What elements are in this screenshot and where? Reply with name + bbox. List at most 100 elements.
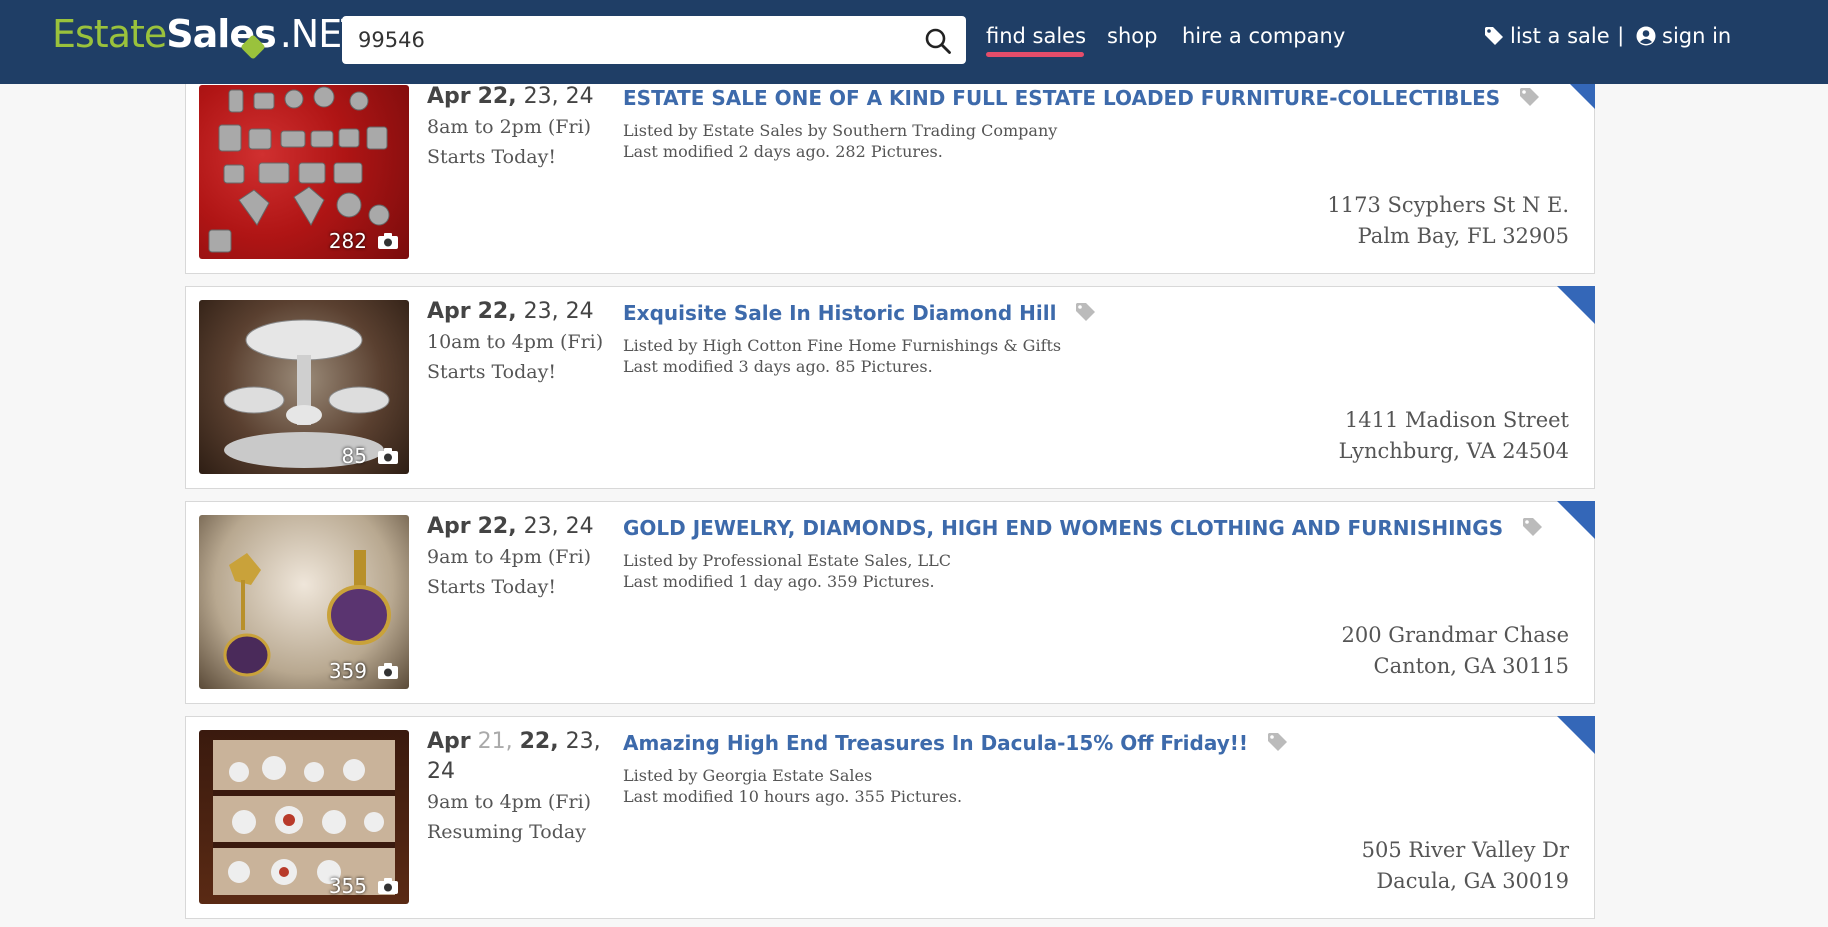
address-street: 1173 Scyphers St N E. xyxy=(1327,193,1569,217)
sale-time: 9am to 4pm (Fri) xyxy=(427,546,592,568)
sale-address: 200 Grandmar Chase Canton, GA 30115 xyxy=(1341,620,1569,682)
date-bold: 22, xyxy=(477,514,517,539)
sale-dates: Apr 22, 23, 24 xyxy=(427,297,607,327)
sale-meta: Listed by High Cotton Fine Home Furnishi… xyxy=(623,335,1061,377)
listing-card[interactable]: 282 Apr 22, 23, 24 8am to 2pm (Fri) Star… xyxy=(185,71,1595,274)
sale-title-link[interactable]: ESTATE SALE ONE OF A KIND FULL ESTATE LO… xyxy=(623,86,1541,110)
nav-separator: | xyxy=(1618,24,1624,47)
last-modified: Last modified 2 days ago. 282 Pictures. xyxy=(623,142,943,161)
sale-time-block: 10am to 4pm (Fri) Starts Today! xyxy=(427,327,607,387)
nav-list-a-sale-label: list a sale xyxy=(1510,24,1610,48)
camera-icon xyxy=(378,878,398,894)
user-icon xyxy=(1636,26,1656,46)
listed-by: Listed by High Cotton Fine Home Furnishi… xyxy=(623,336,1062,355)
listed-by: Listed by Estate Sales by Southern Tradi… xyxy=(623,121,1058,140)
camera-icon xyxy=(378,233,398,249)
nav-sign-in[interactable]: sign in xyxy=(1636,22,1731,50)
date-month: Apr xyxy=(427,729,471,754)
listing-thumbnail[interactable]: 359 xyxy=(199,515,409,689)
sale-time: 8am to 2pm (Fri) xyxy=(427,116,592,138)
date-rest: 23, 24 xyxy=(523,514,594,539)
corner-flag xyxy=(1557,286,1595,324)
sale-title-link[interactable]: Exquisite Sale In Historic Diamond Hill xyxy=(623,301,1097,325)
sale-time: 9am to 4pm (Fri) xyxy=(427,791,592,813)
address-street: 1411 Madison Street xyxy=(1344,408,1569,432)
sale-dates: Apr 22, 23, 24 xyxy=(427,82,607,112)
tag-icon[interactable] xyxy=(1267,732,1289,752)
camera-icon xyxy=(378,448,398,464)
address-city: Canton, GA 30115 xyxy=(1373,654,1570,678)
date-bold: 22, xyxy=(477,84,517,109)
address-city: Dacula, GA 30019 xyxy=(1376,869,1569,893)
sale-address: 505 River Valley Dr Dacula, GA 30019 xyxy=(1362,835,1569,897)
listing-thumbnail[interactable]: 282 xyxy=(199,85,409,259)
search-input[interactable] xyxy=(358,22,898,58)
search-icon[interactable] xyxy=(924,27,952,55)
date-month: Apr xyxy=(427,514,471,539)
last-modified: Last modified 3 days ago. 85 Pictures. xyxy=(623,357,933,376)
sale-status: Starts Today! xyxy=(427,361,556,383)
photo-count: 355 xyxy=(328,874,367,898)
date-month: Apr xyxy=(427,299,471,324)
date-month: Apr xyxy=(427,84,471,109)
nav-shop[interactable]: shop xyxy=(1107,22,1157,50)
sale-time-block: 9am to 4pm (Fri) Resuming Today xyxy=(427,787,607,847)
sale-address: 1173 Scyphers St N E. Palm Bay, FL 32905 xyxy=(1327,190,1569,252)
date-dim: 21, xyxy=(477,729,513,754)
listing-card[interactable]: 359 Apr 22, 23, 24 9am to 4pm (Fri) Star… xyxy=(185,501,1595,704)
sale-title-link[interactable]: GOLD JEWELRY, DIAMONDS, HIGH END WOMENS … xyxy=(623,516,1544,540)
logo-word-estate: Estate xyxy=(52,12,167,56)
address-street: 505 River Valley Dr xyxy=(1361,838,1569,862)
site-header: EstateSales.NET find sales shop hire a c… xyxy=(0,0,1828,84)
date-rest: 23, 24 xyxy=(523,84,594,109)
date-rest-2: 24 xyxy=(427,759,455,784)
nav-find-sales[interactable]: find sales xyxy=(986,22,1086,50)
sale-status: Resuming Today xyxy=(427,821,586,843)
sale-time-block: 8am to 2pm (Fri) Starts Today! xyxy=(427,112,607,172)
tag-icon[interactable] xyxy=(1519,87,1541,107)
price-tag-icon xyxy=(1485,27,1503,45)
date-bold: 22, xyxy=(477,299,517,324)
sale-meta: Listed by Georgia Estate Sales Last modi… xyxy=(623,765,962,807)
search-box xyxy=(342,16,966,64)
date-rest: 23, xyxy=(565,729,601,754)
sale-dates: Apr 21, 22, 23, 24 xyxy=(427,727,607,787)
corner-flag xyxy=(1557,716,1595,754)
sale-title-link[interactable]: Amazing High End Treasures In Dacula-15%… xyxy=(623,731,1289,755)
nav-hire-a-company[interactable]: hire a company xyxy=(1182,22,1345,50)
listing-card[interactable]: 85 Apr 22, 23, 24 10am to 4pm (Fri) Star… xyxy=(185,286,1595,489)
sale-title: Amazing High End Treasures In Dacula-15%… xyxy=(623,731,1248,755)
photo-count: 85 xyxy=(341,444,367,468)
listed-by: Listed by Professional Estate Sales, LLC xyxy=(623,551,952,570)
sale-title: Exquisite Sale In Historic Diamond Hill xyxy=(623,301,1057,325)
listing-card[interactable]: 355 Apr 21, 22, 23, 24 9am to 4pm (Fri) … xyxy=(185,716,1595,919)
sale-meta: Listed by Professional Estate Sales, LLC… xyxy=(623,550,951,592)
sale-time: 10am to 4pm (Fri) xyxy=(427,331,604,353)
address-city: Lynchburg, VA 24504 xyxy=(1338,439,1569,463)
address-city: Palm Bay, FL 32905 xyxy=(1357,224,1569,248)
sale-time-block: 9am to 4pm (Fri) Starts Today! xyxy=(427,542,607,602)
photo-count: 359 xyxy=(328,659,367,683)
tag-icon[interactable] xyxy=(1075,302,1097,322)
site-logo[interactable]: EstateSales .NET xyxy=(52,12,364,60)
sale-title: ESTATE SALE ONE OF A KIND FULL ESTATE LO… xyxy=(623,86,1501,110)
nav-sign-in-label: sign in xyxy=(1662,24,1732,48)
listed-by: Listed by Georgia Estate Sales xyxy=(623,766,873,785)
address-street: 200 Grandmar Chase xyxy=(1341,623,1569,647)
nav-active-indicator xyxy=(986,52,1084,57)
photo-count: 282 xyxy=(328,229,367,253)
sale-meta: Listed by Estate Sales by Southern Tradi… xyxy=(623,120,1057,162)
sale-status: Starts Today! xyxy=(427,576,556,598)
tag-icon[interactable] xyxy=(1522,517,1544,537)
nav-list-a-sale[interactable]: list a sale xyxy=(1484,22,1610,50)
sale-title: GOLD JEWELRY, DIAMONDS, HIGH END WOMENS … xyxy=(623,516,1504,540)
sale-status: Starts Today! xyxy=(427,146,556,168)
corner-flag xyxy=(1557,501,1595,539)
listing-thumbnail[interactable]: 355 xyxy=(199,730,409,904)
camera-icon xyxy=(378,663,398,679)
date-rest: 23, 24 xyxy=(523,299,594,324)
listing-thumbnail[interactable]: 85 xyxy=(199,300,409,474)
last-modified: Last modified 1 day ago. 359 Pictures. xyxy=(623,572,935,591)
sale-dates: Apr 22, 23, 24 xyxy=(427,512,607,542)
last-modified: Last modified 10 hours ago. 355 Pictures… xyxy=(623,787,963,806)
